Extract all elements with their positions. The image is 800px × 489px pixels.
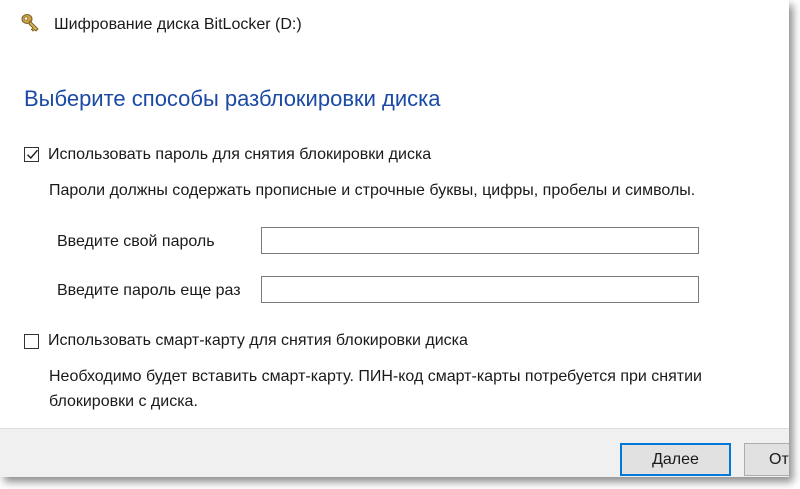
cancel-button[interactable]: От <box>744 443 789 476</box>
title-bar: Шифрование диска BitLocker (D:) <box>0 0 789 40</box>
password-checkbox[interactable] <box>24 147 39 162</box>
bitlocker-dialog: Шифрование диска BitLocker (D:) Выберите… <box>0 0 789 477</box>
smartcard-description-line2: блокировки с диска. <box>49 393 198 410</box>
password-field-label: Введите свой пароль <box>57 233 215 250</box>
dialog-footer: Далее От <box>0 428 789 477</box>
password-input[interactable] <box>261 227 699 254</box>
checkmark-icon <box>27 149 39 160</box>
password-option-label[interactable]: Использовать пароль для снятия блокировк… <box>48 146 431 164</box>
bitlocker-key-icon <box>20 13 42 33</box>
smartcard-description-line1: Необходимо будет вставить смарт-карту. П… <box>49 368 702 385</box>
password-description: Пароли должны содержать прописные и стро… <box>49 182 696 199</box>
confirm-password-field-label: Введите пароль еще раз <box>57 282 241 299</box>
smartcard-checkbox[interactable] <box>24 334 39 349</box>
page-heading: Выберите способы разблокировки диска <box>24 86 441 111</box>
smartcard-option-label[interactable]: Использовать смарт-карту для снятия блок… <box>48 332 468 350</box>
confirm-password-input[interactable] <box>261 276 699 303</box>
next-button[interactable]: Далее <box>620 443 731 476</box>
window-title: Шифрование диска BitLocker (D:) <box>54 16 302 33</box>
